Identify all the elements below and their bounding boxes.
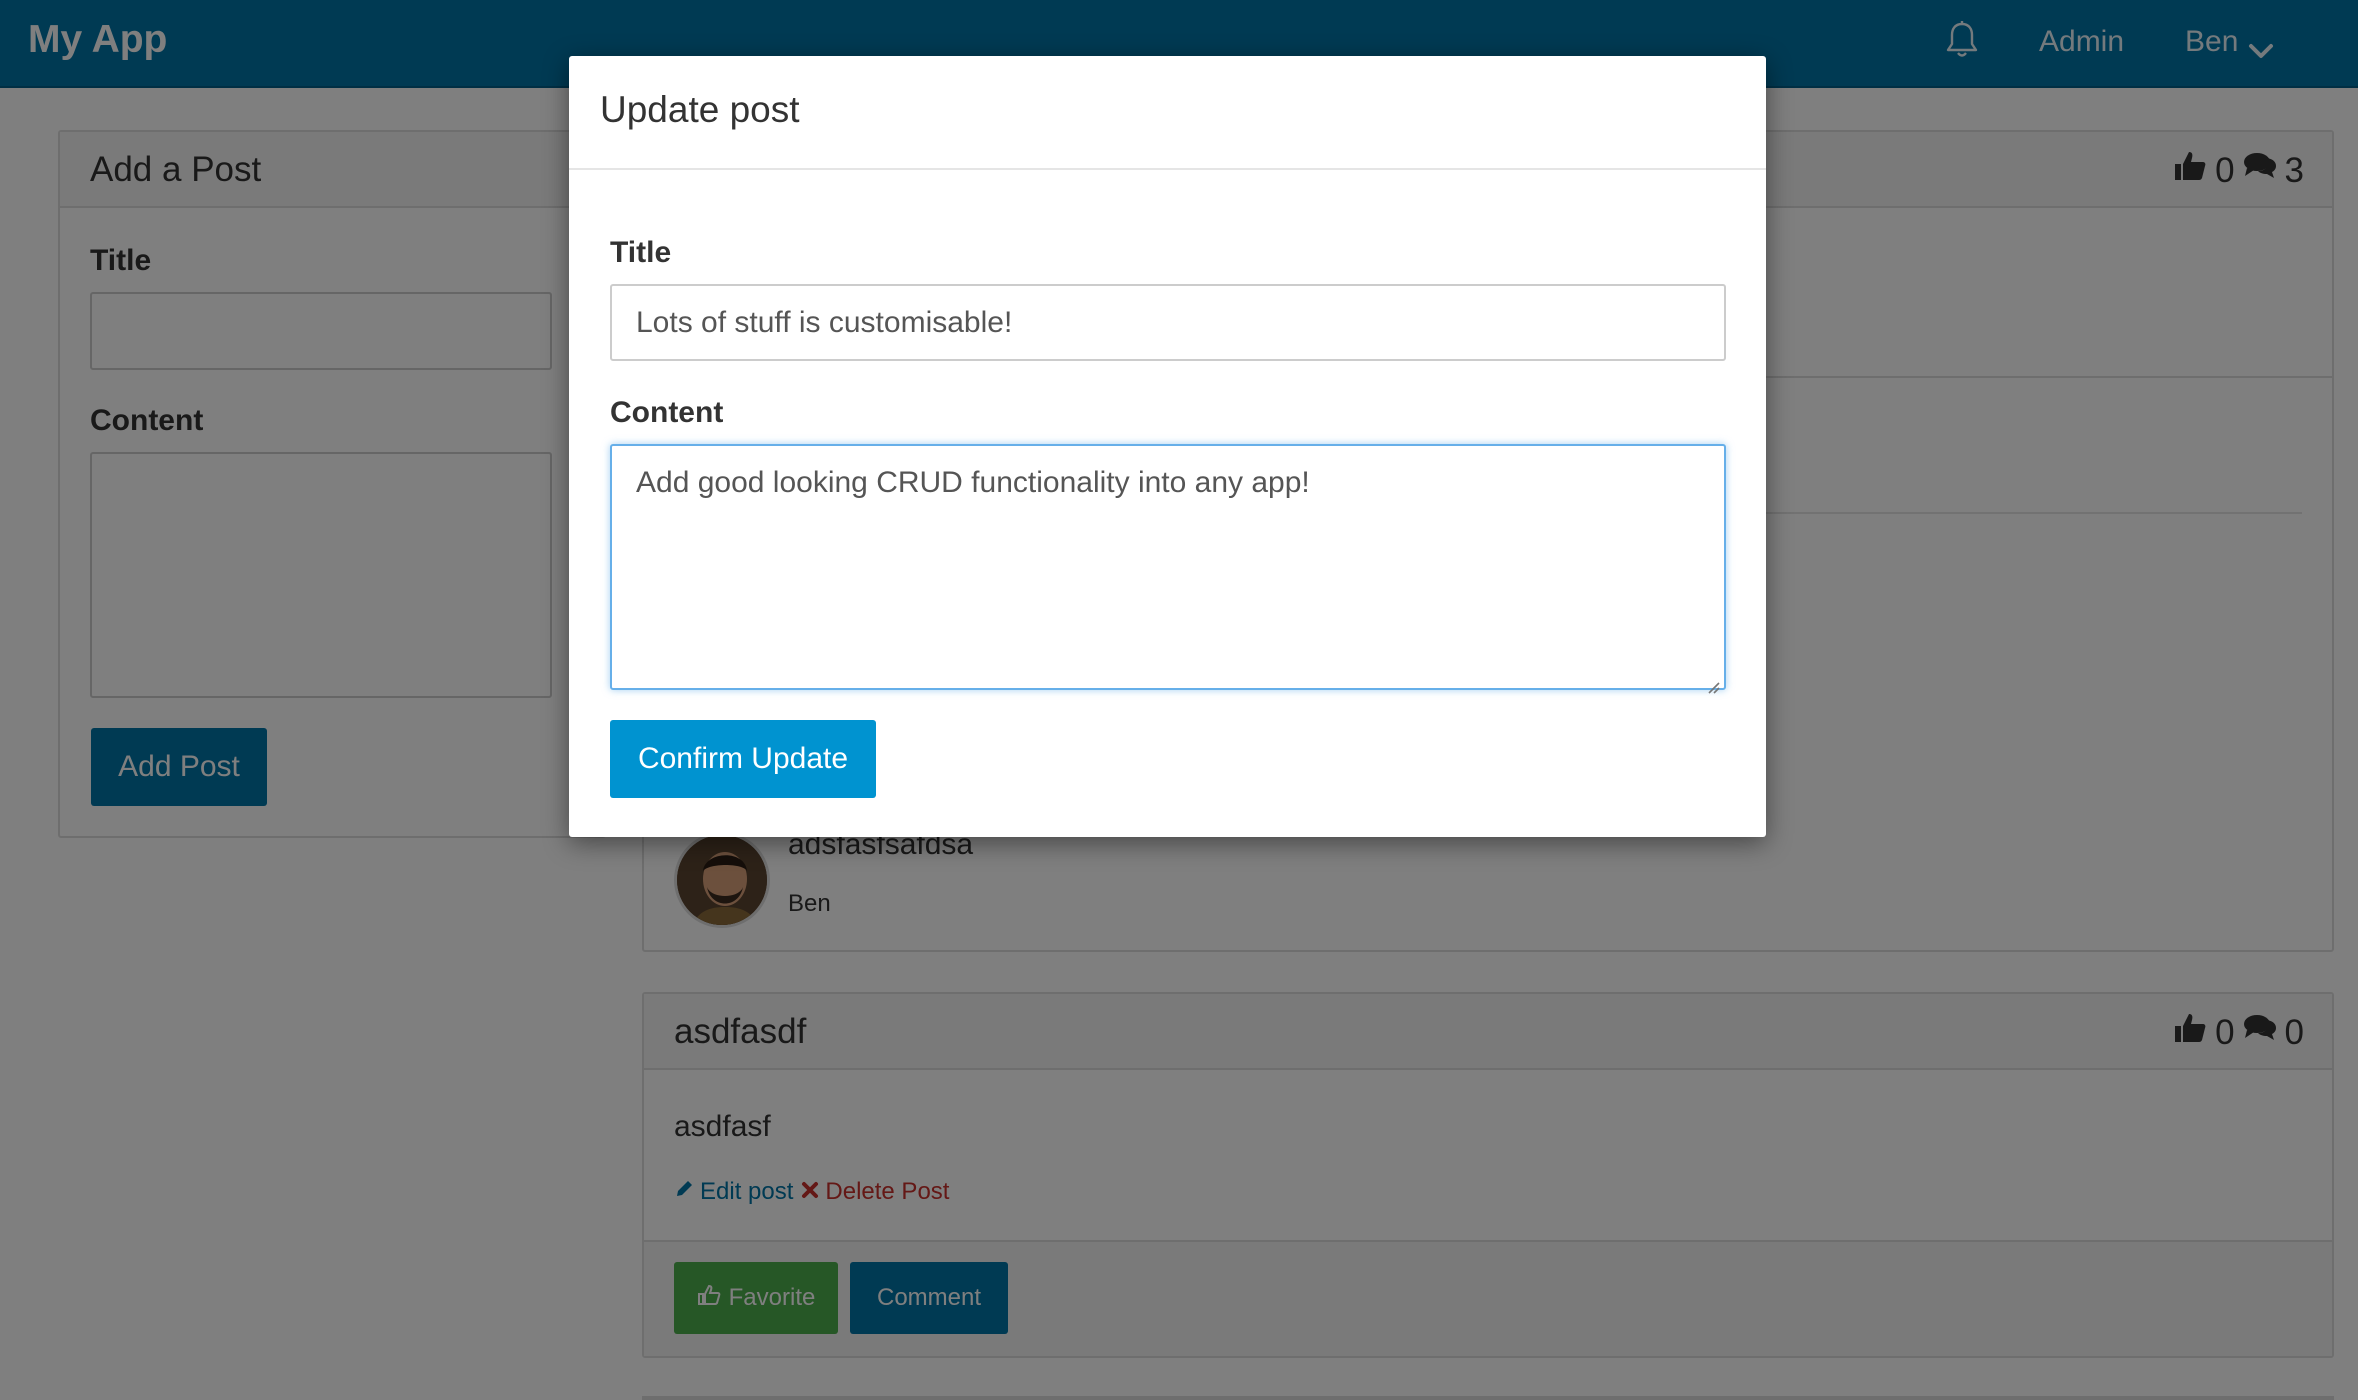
update-post-modal: Update post Title Lots of stuff is custo… [569, 56, 1766, 837]
content-textarea-value: Add good looking CRUD functionality into… [636, 466, 1310, 499]
title-label: Title [610, 236, 672, 269]
resize-grip-icon[interactable] [1705, 669, 1721, 694]
modal-title: Update post [600, 89, 800, 130]
confirm-update-button[interactable]: Confirm Update [610, 720, 876, 798]
title-input[interactable]: Lots of stuff is customisable! [610, 284, 1726, 361]
content-textarea[interactable]: Add good looking CRUD functionality into… [610, 444, 1726, 694]
modal-header: Update post [569, 56, 1766, 170]
content-label: Content [610, 396, 724, 429]
